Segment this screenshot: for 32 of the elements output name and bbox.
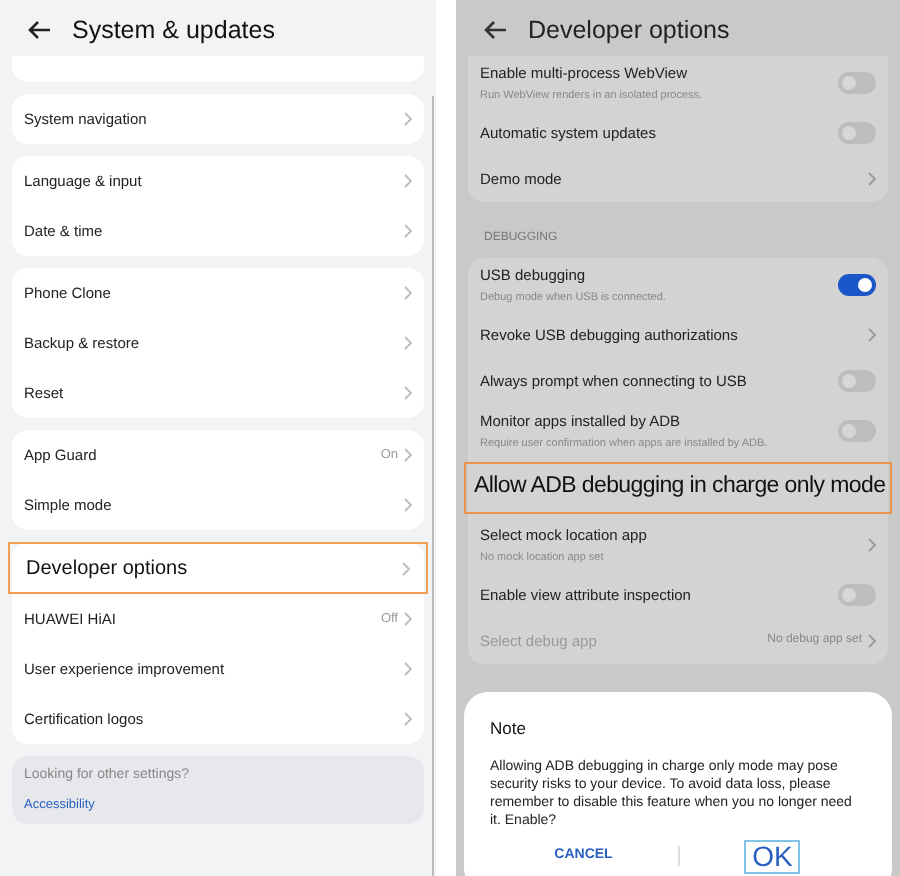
chevron-right-icon <box>404 662 412 676</box>
toggle-switch[interactable] <box>838 370 876 392</box>
toggle-switch[interactable] <box>838 72 876 94</box>
dialog-title: Note <box>490 716 528 742</box>
chevron-right-icon <box>404 174 412 188</box>
screen-title: Developer options <box>528 13 730 48</box>
back-arrow-icon[interactable] <box>28 20 52 40</box>
toggle-switch[interactable] <box>838 122 876 144</box>
toggle-switch[interactable] <box>838 420 876 442</box>
highlighted-setting[interactable]: Allow ADB debugging in charge only mode <box>464 462 892 514</box>
chevron-right-icon <box>404 112 412 126</box>
chevron-right-icon <box>868 172 876 186</box>
chevron-right-icon <box>402 561 410 575</box>
ok-button[interactable]: OK <box>744 839 801 874</box>
chevron-right-icon <box>404 386 412 400</box>
chevron-right-icon <box>404 286 412 300</box>
chevron-right-icon <box>404 612 412 626</box>
chevron-right-icon <box>404 498 412 512</box>
chevron-right-icon <box>868 328 876 342</box>
item-label: Allow ADB debugging in charge only mode <box>474 472 886 503</box>
settings-item[interactable]: Developer options <box>8 542 428 594</box>
toggle-switch[interactable] <box>838 274 876 296</box>
chevron-right-icon <box>404 336 412 350</box>
chevron-right-icon <box>404 224 412 238</box>
screen-title: System & updates <box>72 13 275 48</box>
chevron-right-icon <box>868 634 876 648</box>
chevron-right-icon <box>404 712 412 726</box>
item-label: Developer options <box>26 555 188 583</box>
chevron-right-icon <box>868 538 876 552</box>
chevron-right-icon <box>404 448 412 462</box>
back-arrow-icon[interactable] <box>484 20 508 40</box>
toggle-switch[interactable] <box>838 584 876 606</box>
